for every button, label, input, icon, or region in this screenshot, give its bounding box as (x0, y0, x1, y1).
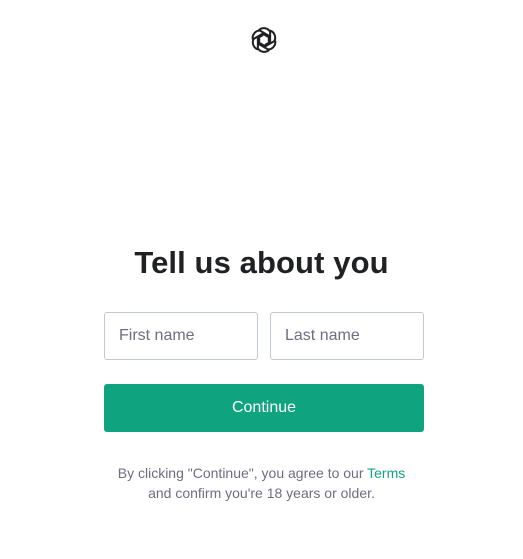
terms-line-2: and confirm you're 18 years or older. (148, 485, 375, 501)
terms-prefix-text: By clicking "Continue", you agree to our (117, 465, 368, 481)
openai-logo-svg (251, 27, 277, 53)
first-name-input[interactable] (104, 312, 258, 360)
page-title: Tell us about you (134, 245, 389, 280)
terms-line-1: By clicking "Continue", you agree to our… (0, 463, 523, 483)
continue-button[interactable]: Continue (104, 384, 424, 432)
last-name-input[interactable] (270, 312, 424, 360)
terms-link[interactable]: Terms (367, 465, 405, 481)
openai-logo-icon (247, 23, 281, 57)
terms-notice: By clicking "Continue", you agree to our… (0, 463, 523, 503)
